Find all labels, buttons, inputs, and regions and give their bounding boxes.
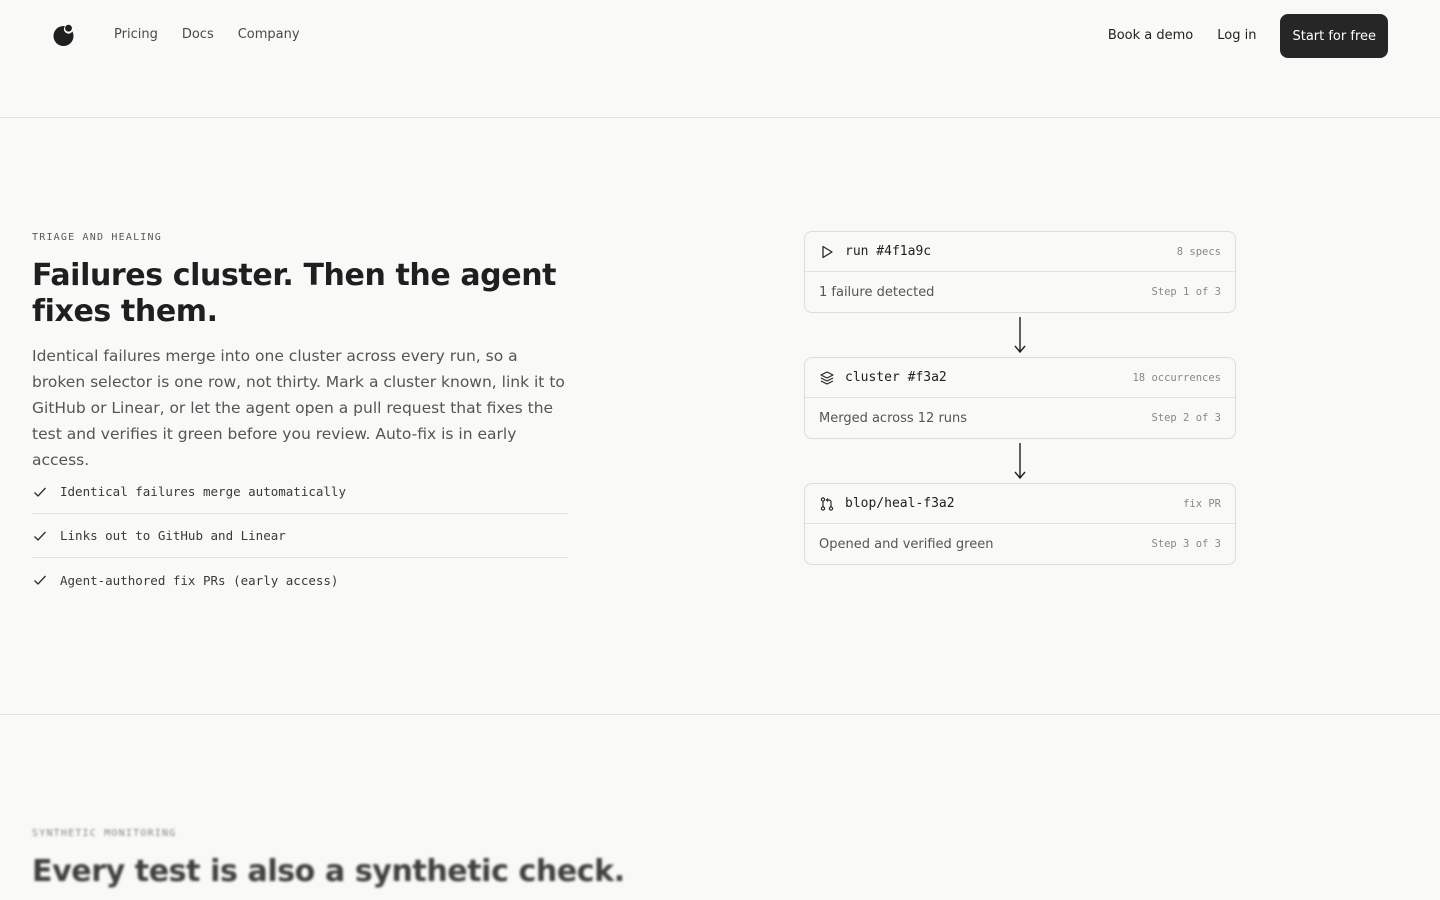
flow-card-fix-pr: blop/heal-f3a2 fix PR Opened and verifie…	[804, 483, 1236, 565]
logo-icon[interactable]	[52, 23, 76, 47]
start-free-button[interactable]: Start for free	[1280, 14, 1388, 58]
flow-diagram: run #4f1a9c 8 specs 1 failure detected S…	[804, 231, 1236, 565]
feature-text: Agent-authored fix PRs (early access)	[60, 572, 339, 588]
check-icon	[34, 575, 46, 585]
card-header: blop/heal-f3a2 fix PR	[805, 484, 1235, 524]
card-meta: 18 occurrences	[1132, 371, 1221, 384]
feature-item: Identical failures merge automatically	[32, 470, 568, 514]
section-eyebrow: TRIAGE AND HEALING	[32, 232, 162, 243]
card-footer: Merged across 12 runs Step 2 of 3	[805, 398, 1235, 438]
card-status: Opened and verified green	[819, 536, 994, 552]
primary-nav: Pricing Docs Company	[114, 26, 300, 44]
section-divider	[0, 714, 1440, 715]
card-meta: fix PR	[1183, 497, 1221, 510]
login-link[interactable]: Log in	[1217, 27, 1256, 45]
card-name: run #4f1a9c	[845, 244, 932, 259]
flow-card-run: run #4f1a9c 8 specs 1 failure detected S…	[804, 231, 1236, 313]
card-status: Merged across 12 runs	[819, 410, 968, 426]
page: Pricing Docs Company Book a demo Log in …	[0, 0, 1440, 900]
card-footer: 1 failure detected Step 1 of 3	[805, 272, 1235, 312]
feature-text: Links out to GitHub and Linear	[60, 528, 286, 543]
card-header: cluster #f3a2 18 occurrences	[805, 358, 1235, 398]
card-name: cluster #f3a2	[845, 370, 947, 385]
nav-link-company[interactable]: Company	[238, 26, 300, 44]
card-step: Step 1 of 3	[1151, 286, 1221, 298]
play-icon	[822, 245, 833, 258]
book-demo-link[interactable]: Book a demo	[1108, 27, 1193, 45]
card-footer: Opened and verified green Step 3 of 3	[805, 524, 1235, 564]
next-section-title: Every test is also a synthetic check.	[32, 854, 625, 889]
site-header: Pricing Docs Company Book a demo Log in …	[0, 0, 1440, 118]
header-actions: Book a demo Log in Start for free	[1108, 14, 1388, 58]
nav-link-pricing[interactable]: Pricing	[114, 26, 158, 44]
card-name: blop/heal-f3a2	[845, 496, 955, 511]
card-meta: 8 specs	[1176, 245, 1221, 258]
check-icon	[34, 487, 46, 497]
check-icon	[34, 531, 46, 541]
card-step: Step 3 of 3	[1151, 538, 1221, 550]
feature-item: Links out to GitHub and Linear	[32, 514, 568, 558]
card-status: 1 failure detected	[819, 284, 935, 300]
flow-arrow	[804, 439, 1236, 483]
nav-link-docs[interactable]: Docs	[182, 26, 214, 44]
arrow-down-icon	[1014, 317, 1026, 354]
feature-item: Agent-authored fix PRs (early access)	[32, 558, 568, 602]
flow-arrow	[804, 313, 1236, 357]
card-step: Step 2 of 3	[1151, 412, 1221, 424]
layers-icon	[820, 370, 834, 385]
feature-text: Identical failures merge automatically	[60, 484, 346, 499]
section-title: Failures cluster. Then the agent fixes t…	[32, 258, 557, 329]
flow-card-cluster: cluster #f3a2 18 occurrences Merged acro…	[804, 357, 1236, 439]
feature-list: Identical failures merge automatically L…	[32, 470, 568, 602]
next-section-eyebrow: SYNTHETIC MONITORING	[32, 828, 177, 839]
git-pull-request-icon	[820, 496, 834, 511]
card-header: run #4f1a9c 8 specs	[805, 232, 1235, 272]
section-description: Identical failures merge into one cluste…	[32, 347, 565, 469]
arrow-down-icon	[1014, 443, 1026, 480]
